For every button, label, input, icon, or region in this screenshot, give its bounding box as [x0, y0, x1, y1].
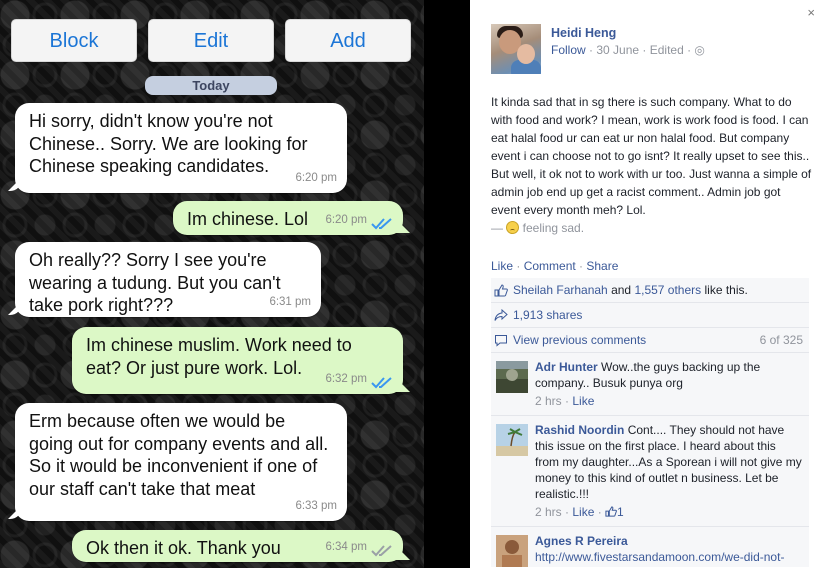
- message-text: Im chinese muslim. Work need to eat? Or …: [86, 335, 352, 378]
- avatar[interactable]: [491, 24, 541, 74]
- comment-like-count[interactable]: 1: [617, 505, 624, 519]
- view-previous-row: View previous comments 6 of 325: [491, 328, 809, 353]
- read-receipt-icon: [371, 377, 392, 389]
- comment-icon: [495, 335, 507, 347]
- likes-row: Sheilah Farhanah and 1,557 others like t…: [491, 278, 809, 303]
- comment: Adr Hunter Wow..the guys backing up the …: [491, 353, 809, 416]
- message-text: Im chinese. Lol: [187, 209, 309, 229]
- facebook-post: Heidi Heng Follow · 30 June · Edited · ◎…: [470, 0, 817, 568]
- message-text: Erm because often we would be going out …: [29, 411, 329, 499]
- message-bubble-incoming: Hi sorry, didn't know you're not Chinese…: [15, 103, 347, 193]
- post-text: It kinda sad that in sg there is such co…: [491, 95, 812, 217]
- read-receipt-icon: [371, 218, 392, 230]
- post-meta: Follow · 30 June · Edited · ◎: [551, 43, 705, 57]
- close-icon[interactable]: ×: [807, 5, 815, 20]
- add-button[interactable]: Add: [285, 19, 411, 62]
- shares-row: 1,913 shares: [491, 303, 809, 328]
- comment-time: 2 hrs: [535, 505, 562, 519]
- post-actions: Like · Comment · Share: [491, 259, 619, 273]
- divider: [424, 0, 470, 568]
- share-icon: [494, 309, 508, 321]
- thumbs-up-icon: [494, 284, 508, 297]
- block-button[interactable]: Block: [11, 19, 137, 62]
- message-text: Oh really?? Sorry I see you're wearing a…: [29, 250, 281, 315]
- comment-meta: 2 hrs · Like: [535, 394, 595, 408]
- comment-time: 2 hrs: [535, 394, 562, 408]
- shares-link[interactable]: 1,913 shares: [513, 308, 582, 322]
- thumbs-up-icon: [605, 506, 617, 517]
- commenter-name[interactable]: Agnes R Pereira: [535, 533, 803, 549]
- others-link[interactable]: 1,557 others: [634, 283, 701, 297]
- message-time: 6:20 pm: [295, 171, 337, 184]
- comment: Rashid Noordin Cont.... They should not …: [491, 416, 809, 527]
- post-date: · 30 June · Edited ·: [585, 43, 695, 57]
- comment-meta: 2 hrs · Like · 1: [535, 505, 624, 519]
- message-time: 6:20 pm: [325, 213, 367, 226]
- comment-count: 6 of 325: [759, 333, 803, 347]
- comment-like-link[interactable]: Like: [572, 505, 594, 519]
- comment: Agnes R Pereira http://www.fivestarsanda…: [491, 527, 809, 567]
- date-badge: Today: [145, 76, 277, 95]
- message-time: 6:34 pm: [325, 540, 367, 553]
- message-text: Ok then it ok. Thank you: [86, 538, 281, 558]
- follow-link[interactable]: Follow: [551, 43, 586, 57]
- edit-button[interactable]: Edit: [148, 19, 274, 62]
- message-time: 6:31 pm: [269, 295, 311, 308]
- commenter-name[interactable]: Adr Hunter: [535, 360, 598, 374]
- post-body: It kinda sad that in sg there is such co…: [491, 93, 813, 237]
- message-bubble-incoming: Erm because often we would be going out …: [15, 403, 347, 521]
- commenter-avatar[interactable]: [496, 361, 528, 393]
- post-author[interactable]: Heidi Heng: [551, 26, 616, 40]
- globe-icon: ◎: [694, 43, 705, 57]
- comment-link[interactable]: Comment: [524, 259, 576, 273]
- message-time: 6:32 pm: [325, 372, 367, 385]
- comment-link[interactable]: http://www.fivestarsandamoon.com/we-did-…: [535, 549, 803, 565]
- feeling-status: — feeling sad.: [491, 221, 585, 235]
- commenter-name[interactable]: Rashid Noordin: [535, 423, 624, 437]
- feedback-panel: Sheilah Farhanah and 1,557 others like t…: [491, 278, 809, 567]
- delivered-receipt-icon: [371, 545, 392, 557]
- like-link[interactable]: Like: [491, 259, 513, 273]
- commenter-avatar[interactable]: [496, 424, 528, 456]
- message-bubble-outgoing: Im chinese muslim. Work need to eat? Or …: [72, 327, 403, 394]
- sad-face-icon: [506, 221, 520, 234]
- commenter-avatar[interactable]: [496, 535, 528, 567]
- message-bubble-outgoing: Im chinese. Lol 6:20 pm: [173, 201, 403, 235]
- chat-screenshot: Block Edit Add Today Hi sorry, didn't kn…: [0, 0, 424, 568]
- view-previous-comments-link[interactable]: View previous comments: [513, 333, 646, 347]
- share-link[interactable]: Share: [586, 259, 618, 273]
- comment-like-link[interactable]: Like: [572, 394, 594, 408]
- message-time: 6:33 pm: [295, 499, 337, 512]
- liker-name[interactable]: Sheilah Farhanah: [513, 283, 608, 297]
- message-bubble-outgoing: Ok then it ok. Thank you 6:34 pm: [72, 530, 403, 562]
- message-bubble-incoming: Oh really?? Sorry I see you're wearing a…: [15, 242, 321, 317]
- message-text: Hi sorry, didn't know you're not Chinese…: [29, 111, 308, 176]
